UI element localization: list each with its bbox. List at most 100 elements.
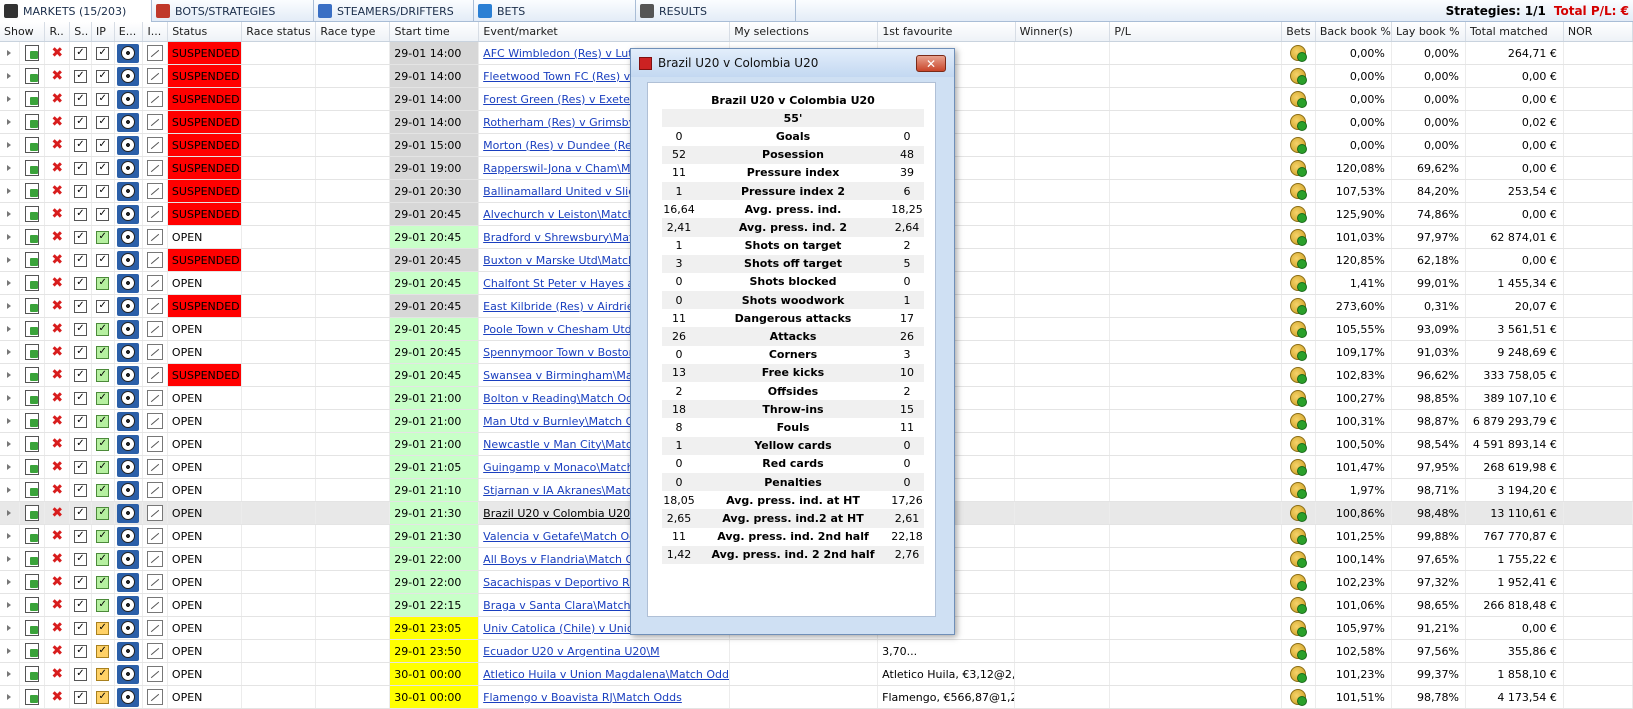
- s-cell[interactable]: ✓: [70, 272, 92, 294]
- bets-cell[interactable]: [1282, 42, 1316, 64]
- bets-coins-icon[interactable]: [1290, 252, 1308, 269]
- chart-icon[interactable]: [147, 45, 164, 61]
- in-play-checkbox-icon[interactable]: ✓: [96, 575, 110, 589]
- checkbox-icon[interactable]: ✓: [74, 161, 87, 175]
- expand-cell[interactable]: [0, 180, 20, 202]
- event-market-cell[interactable]: Atletico Huila v Union Magdalena\Match O…: [479, 663, 731, 685]
- chart-icon[interactable]: [147, 551, 164, 567]
- ip-cell[interactable]: ✓: [92, 111, 115, 133]
- expand-arrow-icon[interactable]: [7, 533, 12, 539]
- expand-arrow-icon[interactable]: [7, 142, 12, 148]
- col-e[interactable]: E...: [115, 22, 144, 41]
- market-document-icon[interactable]: [25, 137, 40, 153]
- remove-icon[interactable]: ✖: [51, 345, 63, 359]
- s-cell[interactable]: ✓: [70, 594, 92, 616]
- remove-icon[interactable]: ✖: [51, 437, 63, 451]
- s-cell[interactable]: ✓: [70, 433, 92, 455]
- checkbox-icon[interactable]: ✓: [74, 506, 87, 520]
- market-document-icon[interactable]: [25, 413, 40, 429]
- expand-arrow-icon[interactable]: [7, 96, 12, 102]
- checkbox-icon[interactable]: ✓: [74, 667, 87, 681]
- s-cell[interactable]: ✓: [70, 571, 92, 593]
- chart-icon[interactable]: [147, 206, 164, 222]
- remove-icon[interactable]: ✖: [51, 207, 63, 221]
- chart-icon[interactable]: [147, 666, 164, 682]
- col-start-time[interactable]: Start time: [390, 22, 480, 41]
- checkbox-icon[interactable]: ✓: [74, 92, 87, 106]
- ip-cell[interactable]: ✓: [92, 663, 115, 685]
- s-cell[interactable]: ✓: [70, 111, 92, 133]
- in-play-checkbox-icon[interactable]: ✓: [96, 138, 110, 152]
- bets-coins-icon[interactable]: [1290, 275, 1308, 292]
- bets-coins-icon[interactable]: [1290, 666, 1308, 683]
- s-cell[interactable]: ✓: [70, 387, 92, 409]
- checkbox-icon[interactable]: ✓: [74, 69, 87, 83]
- bets-cell[interactable]: [1282, 640, 1316, 662]
- remove-icon[interactable]: ✖: [51, 69, 63, 83]
- expand-arrow-icon[interactable]: [7, 303, 12, 309]
- show-cell[interactable]: [20, 686, 46, 708]
- checkbox-icon[interactable]: ✓: [74, 621, 87, 635]
- col-bets[interactable]: Bets: [1282, 22, 1316, 41]
- ip-cell[interactable]: ✓: [92, 88, 115, 110]
- chart-icon[interactable]: [147, 689, 164, 705]
- market-document-icon[interactable]: [25, 183, 40, 199]
- checkbox-icon[interactable]: ✓: [74, 253, 87, 267]
- market-document-icon[interactable]: [25, 252, 40, 268]
- s-cell[interactable]: ✓: [70, 157, 92, 179]
- market-document-icon[interactable]: [25, 597, 40, 613]
- remove-icon[interactable]: ✖: [51, 368, 63, 382]
- s-cell[interactable]: ✓: [70, 525, 92, 547]
- remove-cell[interactable]: ✖: [45, 479, 71, 501]
- show-cell[interactable]: [20, 134, 46, 156]
- expand-arrow-icon[interactable]: [7, 487, 12, 493]
- remove-cell[interactable]: ✖: [45, 571, 71, 593]
- expand-arrow-icon[interactable]: [7, 73, 12, 79]
- remove-cell[interactable]: ✖: [45, 594, 71, 616]
- ip-cell[interactable]: ✓: [92, 571, 115, 593]
- col-show[interactable]: Show: [0, 22, 46, 41]
- event-market-link[interactable]: Atletico Huila v Union Magdalena\Match O…: [483, 668, 729, 681]
- chart-icon[interactable]: [147, 367, 164, 383]
- s-cell[interactable]: ✓: [70, 295, 92, 317]
- market-document-icon[interactable]: [25, 206, 40, 222]
- ip-cell[interactable]: ✓: [92, 456, 115, 478]
- in-play-checkbox-icon[interactable]: ✓: [96, 299, 110, 313]
- checkbox-icon[interactable]: ✓: [74, 575, 87, 589]
- info-cell[interactable]: [143, 203, 168, 225]
- s-cell[interactable]: ✓: [70, 65, 92, 87]
- expand-cell[interactable]: [0, 686, 20, 708]
- event-market-cell[interactable]: Flamengo v Boavista RJ\Match Odds: [479, 686, 731, 708]
- bets-coins-icon[interactable]: [1290, 459, 1308, 476]
- in-play-checkbox-icon[interactable]: ✓: [96, 414, 110, 428]
- col-ip[interactable]: IP: [92, 22, 115, 41]
- bets-cell[interactable]: [1282, 686, 1316, 708]
- s-cell[interactable]: ✓: [70, 479, 92, 501]
- checkbox-icon[interactable]: ✓: [74, 483, 87, 497]
- info-cell[interactable]: [143, 157, 168, 179]
- chart-icon[interactable]: [147, 114, 164, 130]
- market-document-icon[interactable]: [25, 68, 40, 84]
- remove-icon[interactable]: ✖: [51, 253, 63, 267]
- expand-arrow-icon[interactable]: [7, 464, 12, 470]
- chart-icon[interactable]: [147, 321, 164, 337]
- table-row[interactable]: ✖ ✓ ✓ OPEN 30-01 00:00 Flamengo v Boavista RJ…: [0, 686, 1633, 709]
- market-document-icon[interactable]: [25, 574, 40, 590]
- s-cell[interactable]: ✓: [70, 318, 92, 340]
- info-cell[interactable]: [143, 42, 168, 64]
- expand-cell[interactable]: [0, 226, 20, 248]
- in-play-checkbox-icon[interactable]: ✓: [96, 460, 110, 474]
- ip-cell[interactable]: ✓: [92, 42, 115, 64]
- s-cell[interactable]: ✓: [70, 341, 92, 363]
- expand-arrow-icon[interactable]: [7, 556, 12, 562]
- col-pl[interactable]: P/L: [1110, 22, 1283, 41]
- expand-cell[interactable]: [0, 134, 20, 156]
- s-cell[interactable]: ✓: [70, 88, 92, 110]
- market-document-icon[interactable]: [25, 321, 40, 337]
- remove-icon[interactable]: ✖: [51, 276, 63, 290]
- bets-coins-icon[interactable]: [1290, 643, 1308, 660]
- chart-icon[interactable]: [147, 482, 164, 498]
- bets-coins-icon[interactable]: [1290, 91, 1308, 108]
- col-lay-book[interactable]: Lay book %: [1392, 22, 1467, 41]
- col-status[interactable]: Status: [168, 22, 243, 41]
